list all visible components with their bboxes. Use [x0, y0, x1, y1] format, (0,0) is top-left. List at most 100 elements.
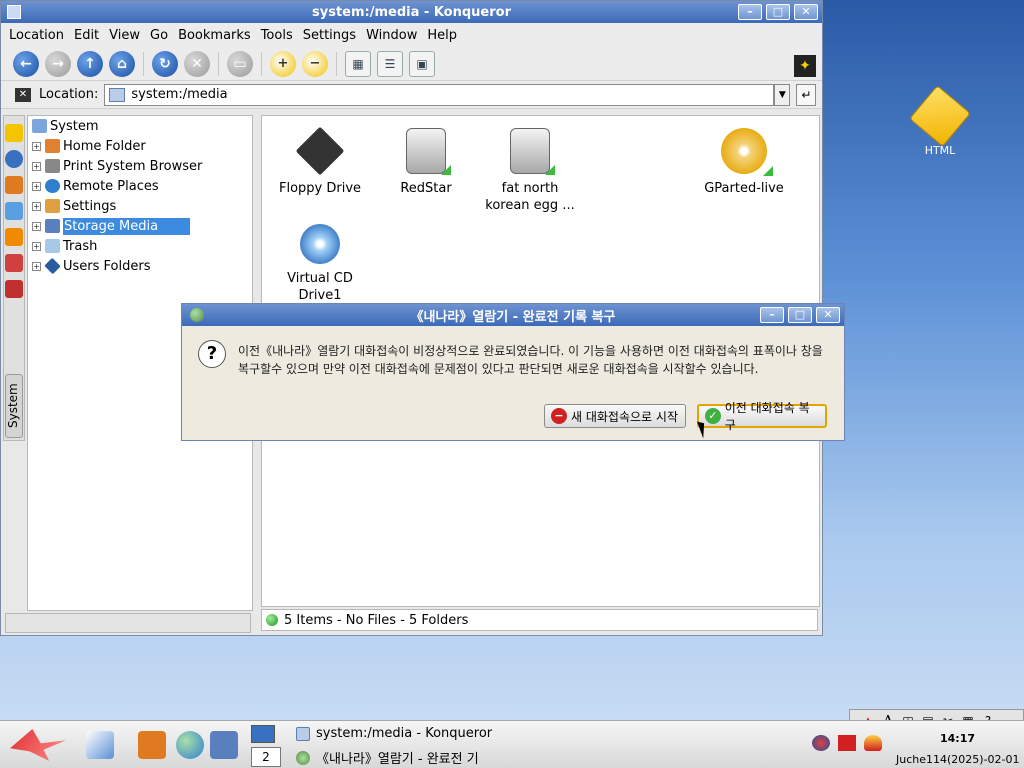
fire-icon[interactable]	[864, 735, 882, 751]
dialog-message: 이전《내나라》열람기 대화접속이 비정상적으로 완료되였습니다. 이 기능을 사…	[238, 344, 823, 376]
network-status-icon[interactable]	[812, 735, 830, 751]
start-new-session-button[interactable]: − 새 대화접속으로 시작	[544, 404, 686, 428]
dialog-close-button[interactable]: ✕	[816, 307, 840, 323]
expand-icon[interactable]: +	[32, 161, 41, 171]
tree-label: Storage Media	[63, 217, 191, 235]
globe-icon	[45, 179, 60, 193]
tree-item-home-folder[interactable]: + Home Folder	[28, 136, 252, 156]
location-dropdown-button[interactable]: ▼	[774, 83, 791, 106]
expand-icon[interactable]: +	[32, 181, 41, 191]
desktop-pager[interactable]: 2	[251, 747, 281, 767]
tree-item-system[interactable]: System	[28, 116, 252, 136]
file-item-gparted[interactable]: GParted-live	[689, 118, 799, 197]
go-button[interactable]: ↵	[796, 83, 817, 106]
menu-tools[interactable]: Tools	[257, 28, 299, 43]
file-item-virtual-cd[interactable]: Virtual CD Drive1	[265, 214, 375, 304]
detailed-view-icon[interactable]: ☰	[377, 50, 403, 77]
history-tab-icon[interactable]	[5, 150, 23, 168]
expand-icon[interactable]: +	[32, 221, 41, 231]
question-icon: ?	[198, 340, 226, 368]
menu-window[interactable]: Window	[362, 28, 423, 43]
menu-bookmarks[interactable]: Bookmarks	[174, 28, 257, 43]
expand-icon[interactable]: +	[32, 201, 41, 211]
window-titlebar[interactable]: system:/media - Konqueror – □ ✕	[1, 1, 822, 23]
location-value: system:/media	[131, 87, 228, 102]
task-restore-dialog[interactable]: 《내나라》열람기 - 완료전 기	[296, 748, 479, 767]
file-item-fat-north[interactable]: fat north korean egg ...	[475, 118, 585, 214]
file-label-line2: korean egg ...	[485, 198, 575, 213]
expand-icon[interactable]: +	[32, 261, 41, 271]
konqueror-logo-icon: ✦	[794, 55, 816, 77]
tree-item-settings[interactable]: + Settings	[28, 196, 252, 216]
up-icon[interactable]: ↑	[77, 50, 103, 77]
reload-icon[interactable]: ↻	[152, 50, 178, 77]
media-launcher-icon[interactable]	[210, 731, 238, 759]
bookmarks-tab-icon[interactable]	[5, 124, 23, 142]
menu-help[interactable]: Help	[423, 28, 463, 43]
zoom-in-icon[interactable]: +	[270, 50, 296, 77]
location-bar: ✕ Location: system:/media ▼ ↵	[1, 81, 822, 109]
editor-launcher-icon[interactable]	[86, 731, 114, 759]
start-menu-button[interactable]	[10, 729, 66, 761]
root-tab-icon[interactable]	[5, 280, 23, 298]
office-launcher-icon[interactable]	[138, 731, 166, 759]
media-tab-icon[interactable]	[5, 254, 23, 272]
stop-icon[interactable]: ✕	[184, 50, 210, 77]
maximize-button[interactable]: □	[766, 4, 790, 20]
dialog-maximize-button[interactable]: □	[788, 307, 812, 323]
print-icon[interactable]: ▭	[227, 50, 253, 77]
home-folder-icon	[45, 139, 60, 153]
menu-edit[interactable]: Edit	[70, 28, 105, 43]
floppy-icon	[295, 126, 345, 176]
task-label: 《내나라》열람기 - 완료전 기	[316, 752, 479, 767]
expand-icon[interactable]: +	[32, 141, 41, 151]
home-icon[interactable]: ⌂	[109, 50, 135, 77]
zoom-out-icon[interactable]: −	[302, 50, 328, 77]
tree-item-storage-media[interactable]: + Storage Media	[28, 216, 252, 236]
clear-location-icon[interactable]: ✕	[15, 87, 31, 102]
menu-go[interactable]: Go	[146, 28, 174, 43]
konqueror-app-icon[interactable]	[7, 5, 21, 19]
close-button[interactable]: ✕	[794, 4, 818, 20]
stop-sign-icon: −	[551, 408, 567, 424]
menu-view[interactable]: View	[105, 28, 146, 43]
menubar: Location Edit View Go Bookmarks Tools Se…	[1, 23, 822, 47]
settings-icon	[45, 199, 60, 213]
back-icon[interactable]: ←	[13, 50, 39, 77]
file-item-redstar[interactable]: RedStar	[371, 118, 481, 197]
system-icon	[32, 119, 47, 133]
desktop-html-folder[interactable]: HTML	[909, 85, 971, 157]
minimize-button[interactable]: –	[738, 4, 762, 20]
icon-view-icon[interactable]: ▦	[345, 50, 371, 77]
menu-settings[interactable]: Settings	[299, 28, 362, 43]
flag-icon[interactable]	[838, 735, 856, 751]
tray-status-icons	[812, 735, 882, 751]
network-tab-icon[interactable]	[5, 202, 23, 220]
desktop-pager-icon[interactable]	[251, 725, 275, 743]
tree-item-users-folders[interactable]: + Users Folders	[28, 256, 252, 276]
clock[interactable]: 14:17	[940, 732, 975, 745]
tree-item-print-system[interactable]: + Print System Browser	[28, 156, 252, 176]
date[interactable]: Juche114(2025)-02-01	[896, 753, 1020, 766]
task-konqueror[interactable]: system:/media - Konqueror	[296, 726, 492, 741]
dialog-title: 《내나라》열람기 - 완료전 기록 복구	[410, 309, 616, 325]
restore-session-button[interactable]: ✓ 이전 대화접속 복구	[697, 401, 827, 432]
services-tab-icon[interactable]	[5, 228, 23, 246]
tree-item-trash[interactable]: + Trash	[28, 236, 252, 256]
home-tab-icon[interactable]	[5, 176, 23, 194]
dialog-titlebar[interactable]: 《내나라》열람기 - 완료전 기록 복구 – □ ✕	[182, 304, 844, 326]
preview-icon[interactable]: ▣	[409, 50, 435, 77]
location-input[interactable]: system:/media	[104, 83, 775, 106]
forward-icon[interactable]: →	[45, 50, 71, 77]
file-label: GParted-live	[704, 181, 784, 196]
dialog-minimize-button[interactable]: –	[760, 307, 784, 323]
menu-location[interactable]: Location	[5, 28, 70, 43]
tree-label: Settings	[63, 198, 117, 214]
sidebar-status	[5, 613, 251, 633]
file-item-floppy[interactable]: Floppy Drive	[265, 118, 375, 197]
browser-launcher-icon[interactable]	[176, 731, 204, 759]
tree-item-remote-places[interactable]: + Remote Places	[28, 176, 252, 196]
system-sidebar-tab[interactable]: System	[5, 374, 23, 438]
expand-icon[interactable]: +	[32, 241, 41, 251]
toolbar-separator	[218, 51, 219, 76]
